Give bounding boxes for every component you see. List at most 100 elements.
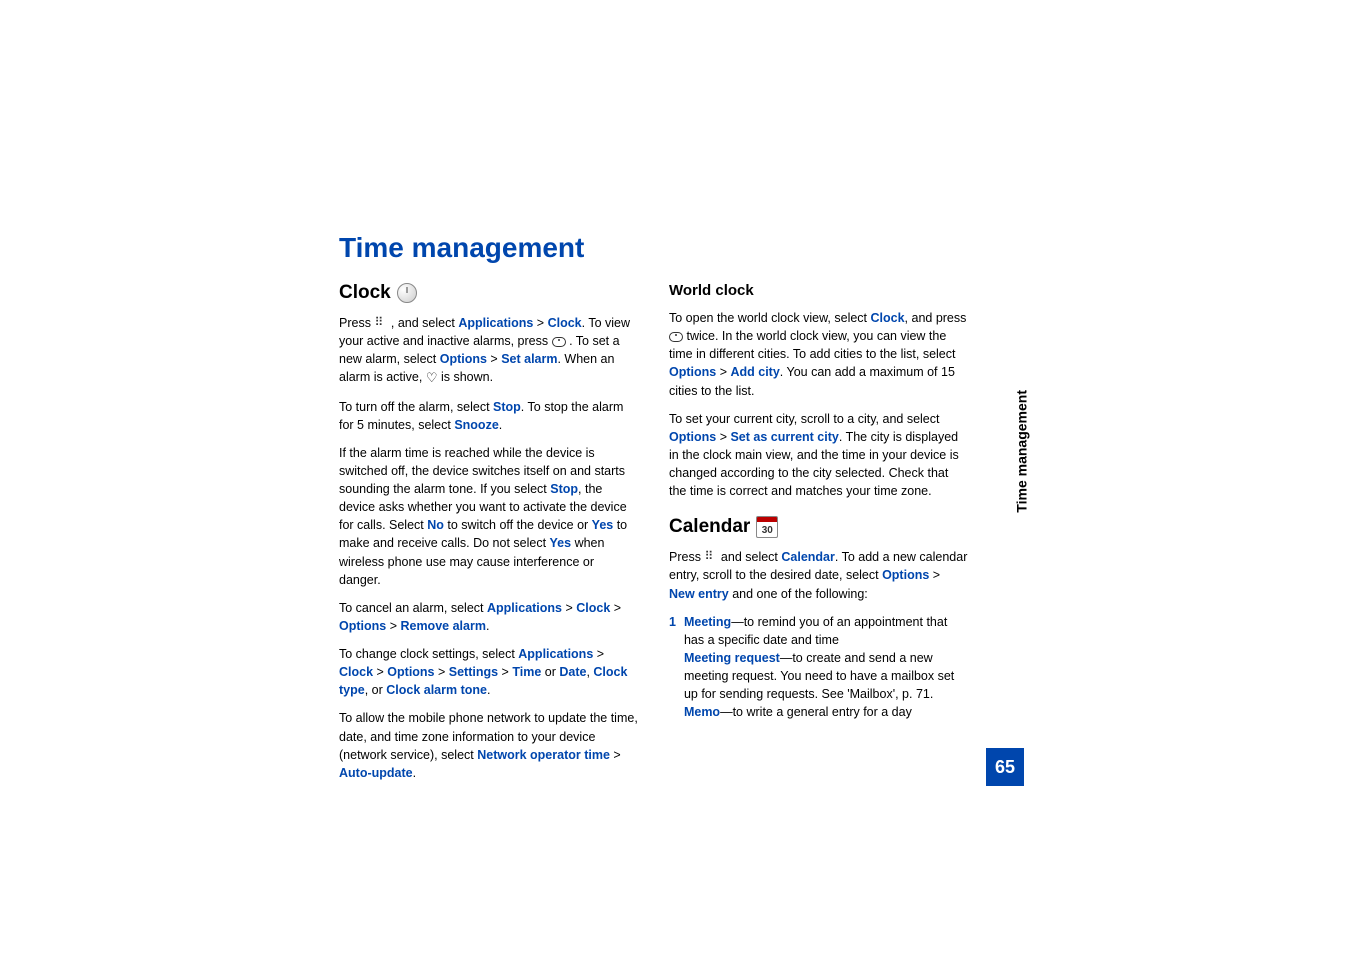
options-link[interactable]: Options [440, 352, 487, 366]
text: > [716, 365, 730, 379]
memo-link[interactable]: Memo [684, 705, 720, 719]
two-column-layout: Clock Press , and select Applications > … [339, 282, 979, 792]
clock-paragraph-3: If the alarm time is reached while the d… [339, 444, 639, 589]
text: > [435, 665, 449, 679]
text: > [373, 665, 387, 679]
yes-link[interactable]: Yes [592, 518, 614, 532]
calendar-heading-text: Calendar [669, 516, 750, 538]
menu-key-icon [374, 317, 387, 330]
text: To turn off the alarm, select [339, 400, 493, 414]
auto-update-link[interactable]: Auto-update [339, 766, 413, 780]
text: , and press [905, 311, 967, 325]
snooze-link[interactable]: Snooze [454, 418, 498, 432]
text: —to write a general entry for a day [720, 705, 912, 719]
meeting-request-link[interactable]: Meeting request [684, 651, 780, 665]
text: Press [669, 550, 704, 564]
text: > [593, 647, 604, 661]
applications-link-2[interactable]: Applications [487, 601, 562, 615]
text: is shown. [438, 370, 494, 384]
calendar-icon: 30 [756, 516, 778, 538]
text: > [498, 665, 512, 679]
clock-link-3[interactable]: Clock [339, 665, 373, 679]
set-alarm-link[interactable]: Set alarm [501, 352, 557, 366]
text: To cancel an alarm, select [339, 601, 487, 615]
text: and select [717, 550, 781, 564]
world-clock-paragraph-2: To set your current city, scroll to a ci… [669, 410, 969, 501]
right-column: World clock To open the world clock view… [669, 282, 969, 792]
clock-heading: Clock [339, 282, 639, 304]
document-page: Time management Clock Press , and select… [339, 232, 979, 792]
new-entry-link[interactable]: New entry [669, 587, 729, 601]
settings-link[interactable]: Settings [449, 665, 498, 679]
text: > [386, 619, 400, 633]
text: > [610, 601, 621, 615]
world-clock-heading: World clock [669, 282, 969, 299]
text: . [487, 683, 490, 697]
text: . [413, 766, 416, 780]
text: , and select [387, 316, 458, 330]
set-as-current-city-link[interactable]: Set as current city [730, 430, 838, 444]
clock-paragraph-6: To allow the mobile phone network to upd… [339, 709, 639, 782]
world-clock-paragraph-1: To open the world clock view, select Clo… [669, 309, 969, 400]
clock-link-4[interactable]: Clock [871, 311, 905, 325]
stop-link[interactable]: Stop [493, 400, 521, 414]
text: > [533, 316, 547, 330]
text: twice. In the world clock view, you can … [669, 329, 955, 361]
alarm-icon: ♡ [426, 369, 438, 388]
clock-heading-text: Clock [339, 282, 391, 304]
text: > [929, 568, 940, 582]
options-link-5[interactable]: Options [669, 430, 716, 444]
time-link[interactable]: Time [512, 665, 541, 679]
left-column: Clock Press , and select Applications > … [339, 282, 639, 792]
clock-icon [397, 283, 417, 303]
text: > [610, 748, 621, 762]
options-link-4[interactable]: Options [669, 365, 716, 379]
yes-link-2[interactable]: Yes [550, 536, 572, 550]
scroll-key-icon [669, 332, 683, 342]
text: or [541, 665, 559, 679]
text: to switch off the device or [444, 518, 592, 532]
text: To set your current city, scroll to a ci… [669, 412, 939, 426]
add-city-link[interactable]: Add city [730, 365, 779, 379]
text: , or [365, 683, 387, 697]
side-tab-label: Time management [1014, 390, 1030, 513]
page-title: Time management [339, 232, 979, 264]
text: and one of the following: [729, 587, 868, 601]
text: Press [339, 316, 374, 330]
list-body: Meeting—to remind you of an appointment … [684, 613, 969, 722]
options-link-3[interactable]: Options [387, 665, 434, 679]
clock-link-2[interactable]: Clock [576, 601, 610, 615]
menu-key-icon [704, 551, 717, 564]
applications-link[interactable]: Applications [458, 316, 533, 330]
no-link[interactable]: No [427, 518, 444, 532]
options-link-2[interactable]: Options [339, 619, 386, 633]
list-number: 1 [669, 613, 676, 722]
text: > [487, 352, 501, 366]
clock-paragraph-2: To turn off the alarm, select Stop. To s… [339, 398, 639, 434]
text: To change clock settings, select [339, 647, 518, 661]
calendar-paragraph-1: Press and select Calendar. To add a new … [669, 548, 969, 602]
date-link[interactable]: Date [559, 665, 586, 679]
network-operator-time-link[interactable]: Network operator time [477, 748, 610, 762]
text: To open the world clock view, select [669, 311, 871, 325]
page-number: 65 [986, 748, 1024, 786]
clock-link[interactable]: Clock [548, 316, 582, 330]
scroll-key-icon [552, 337, 566, 347]
clock-paragraph-1: Press , and select Applications > Clock.… [339, 314, 639, 388]
text: > [716, 430, 730, 444]
applications-link-3[interactable]: Applications [518, 647, 593, 661]
clock-alarm-tone-link[interactable]: Clock alarm tone [386, 683, 487, 697]
side-tab: Time management [994, 240, 1024, 440]
remove-alarm-link[interactable]: Remove alarm [400, 619, 485, 633]
text: > [562, 601, 576, 615]
meeting-link[interactable]: Meeting [684, 615, 731, 629]
options-link-6[interactable]: Options [882, 568, 929, 582]
calendar-list-item-1: 1 Meeting—to remind you of an appointmen… [669, 613, 969, 722]
text: . [486, 619, 489, 633]
text: . [499, 418, 502, 432]
calendar-heading: Calendar 30 [669, 516, 969, 538]
clock-paragraph-5: To change clock settings, select Applica… [339, 645, 639, 699]
stop-link-2[interactable]: Stop [550, 482, 578, 496]
calendar-link[interactable]: Calendar [781, 550, 835, 564]
clock-paragraph-4: To cancel an alarm, select Applications … [339, 599, 639, 635]
